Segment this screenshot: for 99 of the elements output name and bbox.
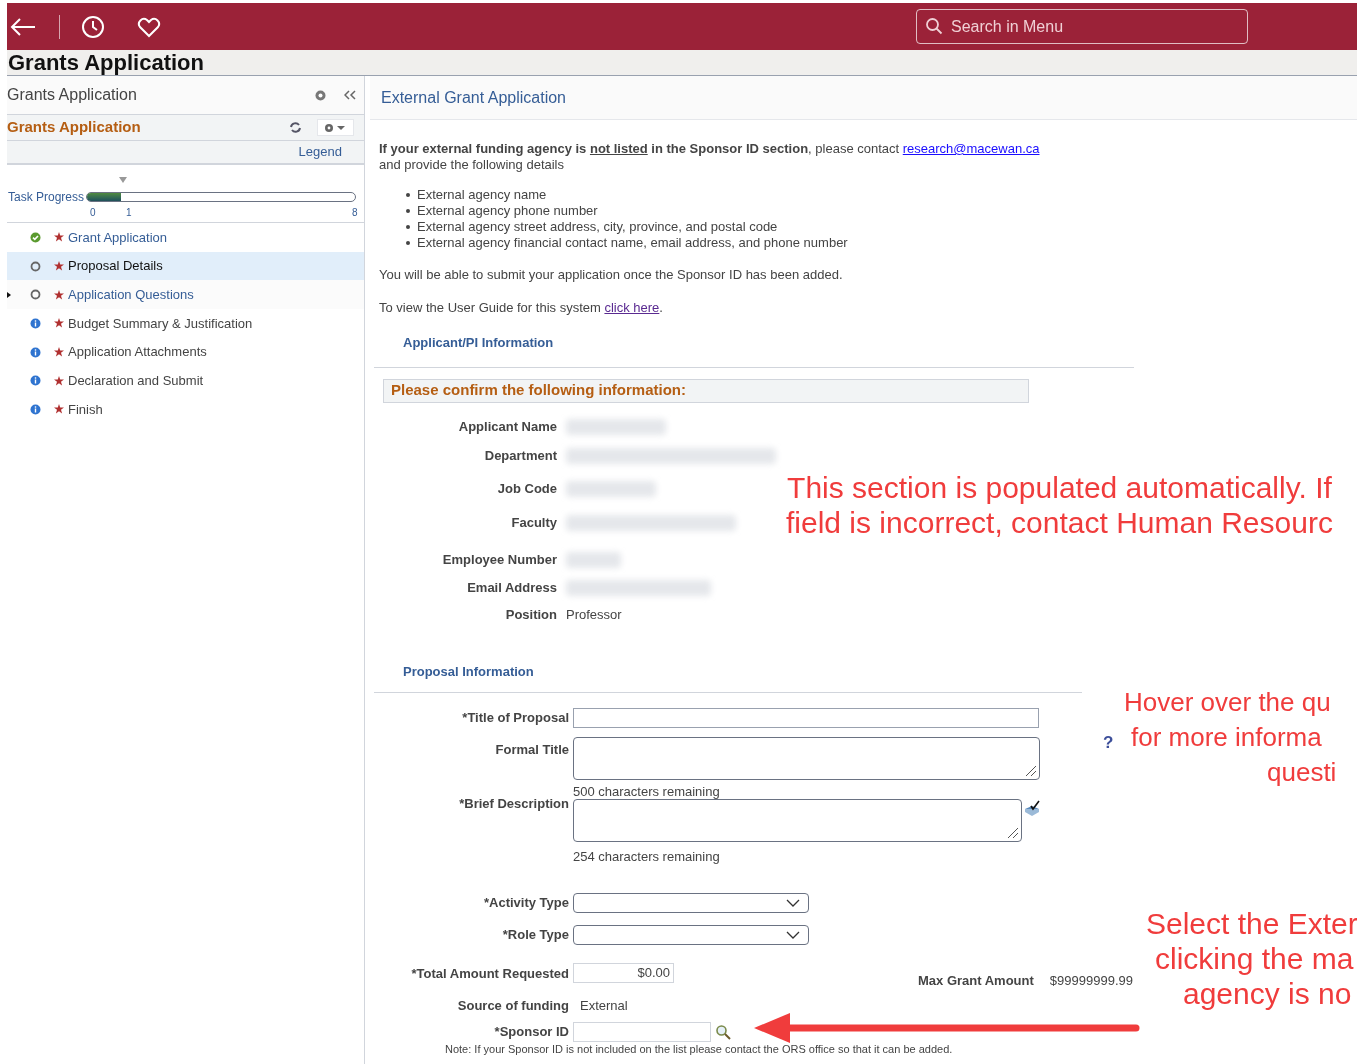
submit-note: You will be able to submit your application once the Sponsor ID has been added.	[379, 266, 844, 284]
field-value: $99999999.99	[1049, 971, 1133, 990]
description-textarea[interactable]	[573, 799, 1022, 842]
field-label: *Sponsor ID	[493, 1022, 569, 1041]
field-label: Department	[483, 447, 557, 466]
actions-menu-button[interactable]	[317, 119, 354, 136]
search-icon[interactable]	[715, 1023, 731, 1040]
help-icon: ?	[1103, 730, 1114, 756]
collapse-icon[interactable]	[344, 90, 356, 100]
sponsor-note: Note: If your Sponsor ID is not included on the list please contact the ORS office so that it can be added.	[445, 1042, 954, 1055]
field-label: Faculty	[510, 513, 557, 532]
step-item[interactable]: Proposal Details	[7, 251, 364, 281]
redacted-value	[566, 551, 621, 568]
annotation-text: Select the Exter clicking the ma agency is no	[1146, 906, 1357, 1011]
progress-label: Task Progress	[8, 189, 85, 206]
char-counter: 500 characters remaining	[573, 785, 721, 799]
step-item[interactable]: Application Attachments	[7, 337, 364, 367]
required-star-icon	[54, 232, 64, 243]
info-icon	[30, 375, 41, 387]
field-label: *Role Type	[501, 925, 569, 944]
required-star-icon	[54, 289, 64, 300]
field-label: *Activity Type	[483, 893, 569, 912]
email-link[interactable]: research@macewan.ca	[902, 141, 1040, 156]
activity-type-dropdown[interactable]	[573, 892, 809, 913]
field-label: Employee Number	[441, 550, 557, 569]
required-star-icon	[54, 261, 64, 272]
intro-paragraph: If your external funding agency is not listed in the Sponsor ID section, please contact research@macewan.ca and provide the following details	[379, 141, 1041, 173]
step-label: Finish	[68, 400, 103, 419]
info-icon	[30, 346, 41, 358]
content-title: External Grant Application	[381, 87, 566, 108]
step-item[interactable]: Application Questions	[7, 280, 364, 310]
required-star-icon	[54, 318, 64, 329]
field-value: External	[580, 997, 628, 1015]
annotation-text: This section is populated automatically. If field is incorrect, contact Human Resourc	[786, 470, 1333, 540]
resize-grip-icon	[1007, 827, 1019, 839]
required-star-icon	[54, 375, 64, 386]
field-label: *Brief Description	[458, 795, 569, 813]
field-value: Professor	[566, 605, 622, 624]
heart-icon[interactable]	[137, 15, 161, 38]
field-label: *Total Amount Requested	[410, 964, 569, 983]
gear-caret-icon	[323, 122, 348, 133]
field-label: Job Code	[496, 479, 557, 498]
progress-tick: 1	[126, 206, 132, 220]
step-item[interactable]: Declaration and Submit	[7, 366, 364, 396]
step-label: Proposal Details	[68, 257, 163, 276]
sidebar-title: Grants Application	[7, 85, 138, 105]
info-icon	[30, 403, 41, 415]
field-label: Source of funding	[456, 997, 569, 1015]
field-label: Max Grant Amount	[918, 971, 1034, 990]
step-label: Budget Summary & Justification	[68, 314, 253, 333]
guide-text: To view the User Guide for this system click here.	[379, 298, 664, 317]
chevron-down-icon	[786, 898, 800, 907]
marker-icon	[119, 177, 127, 183]
step-label: Grant Application	[68, 228, 167, 247]
role-type-dropdown[interactable]	[573, 924, 809, 945]
step-label: Application Questions	[68, 285, 194, 304]
search-field[interactable]: Search in Menu	[916, 9, 1248, 44]
gear-icon[interactable]	[314, 88, 327, 102]
back-arrow-icon[interactable]	[9, 16, 37, 37]
step-label: Declaration and Submit	[68, 372, 204, 391]
step-label: Application Attachments	[68, 343, 207, 362]
resize-grip-icon	[1025, 765, 1037, 777]
progress-tick: 8	[352, 206, 358, 220]
check-icon	[30, 231, 41, 243]
field-label: Applicant Name	[457, 417, 557, 436]
field-label: *Title of Proposal	[461, 709, 569, 728]
refresh-icon[interactable]	[289, 121, 302, 134]
legend-link[interactable]: Legend	[298, 142, 342, 162]
spellcheck-icon[interactable]	[1023, 799, 1041, 817]
title-input[interactable]	[573, 708, 1039, 728]
clock-icon[interactable]	[81, 14, 105, 39]
field-label: Position	[504, 605, 557, 624]
section-heading: Proposal Information	[403, 662, 535, 681]
formal-title-textarea[interactable]	[573, 737, 1040, 780]
chevron-down-icon	[786, 930, 800, 939]
bullet-text: External agency name	[417, 187, 547, 203]
progress-tick: 0	[90, 206, 96, 220]
annotation-text: Hover over the qu for more informa questi	[1124, 686, 1337, 789]
sponsor-id-input[interactable]	[573, 1021, 711, 1042]
bullet-text: External agency financial contact name, email address, and phone number	[417, 235, 848, 251]
step-item[interactable]: Finish	[7, 395, 364, 424]
bullet-text: External agency phone number	[417, 203, 598, 219]
section-title: Grants Application	[7, 117, 142, 138]
info-icon	[30, 317, 41, 329]
char-counter: 254 characters remaining	[573, 848, 721, 866]
required-star-icon	[54, 404, 64, 415]
page-title: Grants Application	[8, 49, 204, 77]
field-label: Email Address	[466, 578, 557, 597]
amount-input[interactable]: $0.00	[573, 963, 674, 984]
step-item[interactable]: Budget Summary & Justification	[7, 309, 364, 338]
search-icon	[925, 17, 943, 35]
step-item[interactable]: Grant Application	[7, 223, 364, 252]
section-heading: Applicant/PI Information	[403, 334, 555, 352]
circle-icon	[30, 289, 41, 301]
confirm-banner: Please confirm the following information:	[383, 378, 1029, 403]
field-label: Formal Title	[494, 741, 569, 759]
bullet-text: External agency street address, city, province, and postal code	[417, 219, 778, 235]
circle-icon	[30, 260, 41, 272]
required-star-icon	[54, 347, 64, 358]
